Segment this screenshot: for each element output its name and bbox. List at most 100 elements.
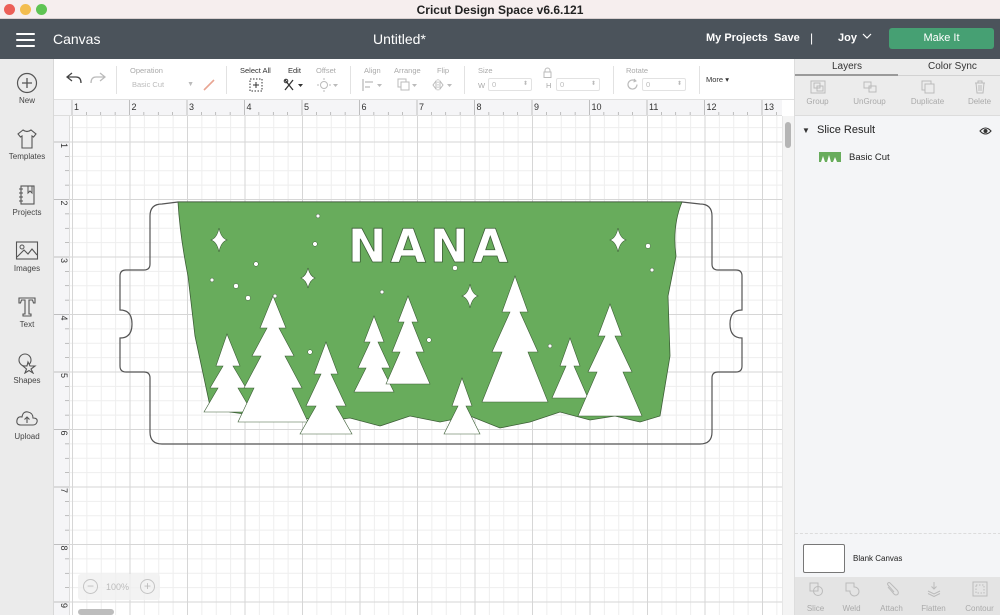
user-menu[interactable]: Joy [838,32,857,44]
ruler-label: 6 [362,102,367,112]
ungroup-button[interactable]: UnGroup [849,76,890,116]
sidebar-item-upload[interactable]: Upload [0,408,54,464]
sidebar-label: Projects [12,208,42,217]
dot [307,349,313,355]
ruler-label: 1 [59,143,69,148]
dot [379,289,385,295]
tshirt-icon [17,129,37,149]
blank-canvas-swatch[interactable] [803,544,845,573]
stepper-icon[interactable]: ⬍ [523,79,528,90]
contour-icon [972,581,987,597]
image-icon [15,241,39,260]
design-text[interactable]: NANA [347,219,512,274]
size-label: Size [478,66,493,75]
flatten-button[interactable]: Flatten [913,577,954,615]
slice-button[interactable]: Slice [795,577,836,615]
align-label: Align [364,66,381,75]
more-menu[interactable]: More ▾ [706,75,729,84]
toolbar-divider [699,66,700,94]
rotate-icon[interactable] [626,78,639,91]
zoom-out-button[interactable]: − [83,579,98,594]
vertical-scroll-thumb[interactable] [785,122,791,148]
slice-label: Slice [806,604,825,613]
window-title: Cricut Design Space v6.6.121 [416,3,584,17]
duplicate-button[interactable]: Duplicate [907,76,948,116]
sidebar-item-projects[interactable]: Projects [0,184,54,240]
redo-icon[interactable] [90,71,106,85]
layers-panel: Layers Color Sync Group UnGroup Duplicat… [794,59,1000,615]
sidebar-item-shapes[interactable]: Shapes [0,352,54,408]
ruler-label: 4 [247,102,252,112]
dot [253,261,259,267]
layer-item-label: Basic Cut [849,152,890,163]
width-value: 0 [492,80,497,89]
sidebar-label: Templates [8,152,46,161]
sidebar-item-templates[interactable]: Templates [0,128,54,184]
window-titlebar: Cricut Design Space v6.6.121 [0,0,1000,19]
cloud-upload-icon [16,411,38,426]
stepper-icon[interactable]: ⬍ [591,79,596,90]
sidebar-item-new[interactable]: New [0,72,54,128]
height-input[interactable]: 0 ⬍ [556,78,600,91]
bottom-actions: Slice Weld Attach Flatten Contour [795,577,1000,615]
chevron-down-icon[interactable] [862,31,872,41]
menu-icon[interactable] [16,33,35,47]
group-button[interactable]: Group [797,76,838,116]
trash-icon [974,80,985,94]
ruler-label: 4 [59,316,69,321]
ruler-label: 12 [707,102,717,112]
layer-item-basic-cut[interactable]: Basic Cut [795,147,1000,169]
dot [312,241,318,247]
offset-icon[interactable] [317,78,339,92]
save-link[interactable]: Save [774,32,800,44]
make-it-button[interactable]: Make It [889,28,994,49]
operation-select[interactable]: Basic Cut ▼ [129,79,196,92]
arrange-icon[interactable] [397,78,419,92]
sidebar-item-text[interactable]: Text [0,296,54,352]
weld-icon [845,582,859,597]
eye-icon[interactable] [979,126,992,136]
my-projects-link[interactable]: My Projects [706,32,768,44]
stepper-icon[interactable]: ⬍ [677,79,682,90]
tab-layers[interactable]: Layers [832,61,862,72]
design-artwork[interactable]: NANA [70,116,782,615]
arrange-label: Arrange [394,66,421,75]
edit-tools-icon[interactable] [283,78,305,92]
vertical-ruler: 1 2 3 4 5 6 7 8 9 [54,116,70,615]
vertical-scrollbar[interactable] [782,116,794,615]
pen-color-icon[interactable] [202,78,216,92]
height-label: H [546,81,552,90]
rotate-input[interactable]: 0 ⬍ [642,78,686,91]
design-canvas[interactable]: NANA [70,116,782,615]
section-title: Canvas [53,31,101,47]
layer-group-label: Slice Result [817,124,876,136]
contour-button[interactable]: Contour [959,577,1000,615]
attach-button[interactable]: Attach [871,577,912,615]
header-separator: | [810,31,814,45]
width-input[interactable]: 0 ⬍ [488,78,532,91]
select-all-icon[interactable] [249,78,263,92]
height-value: 0 [560,80,565,89]
ruler-label: 6 [59,431,69,436]
lock-icon[interactable] [543,67,552,78]
ruler-label: 8 [477,102,482,112]
toolbar-divider [226,66,227,94]
duplicate-icon [921,80,934,94]
layer-actions: Group UnGroup Duplicate Delete [795,76,1000,116]
collapse-arrow-icon[interactable]: ▼ [802,126,810,135]
tab-color-sync[interactable]: Color Sync [928,61,977,72]
flip-icon[interactable] [432,78,454,92]
edit-label: Edit [288,66,301,75]
undo-icon[interactable] [66,71,82,85]
delete-button[interactable]: Delete [959,76,1000,116]
zoom-in-button[interactable]: + [140,579,155,594]
ruler-label: 8 [59,546,69,551]
align-icon[interactable] [362,78,384,92]
layer-group-slice-result[interactable]: ▼ Slice Result [795,121,1000,141]
sidebar-item-images[interactable]: Images [0,240,54,296]
horizontal-scroll-thumb[interactable] [78,609,114,615]
app-header: Canvas Untitled* My Projects Save | Joy … [0,19,1000,59]
weld-button[interactable]: Weld [831,577,872,615]
left-sidebar: New Templates Projects Images Text Shape… [0,59,54,615]
sidebar-label: Images [13,264,41,273]
